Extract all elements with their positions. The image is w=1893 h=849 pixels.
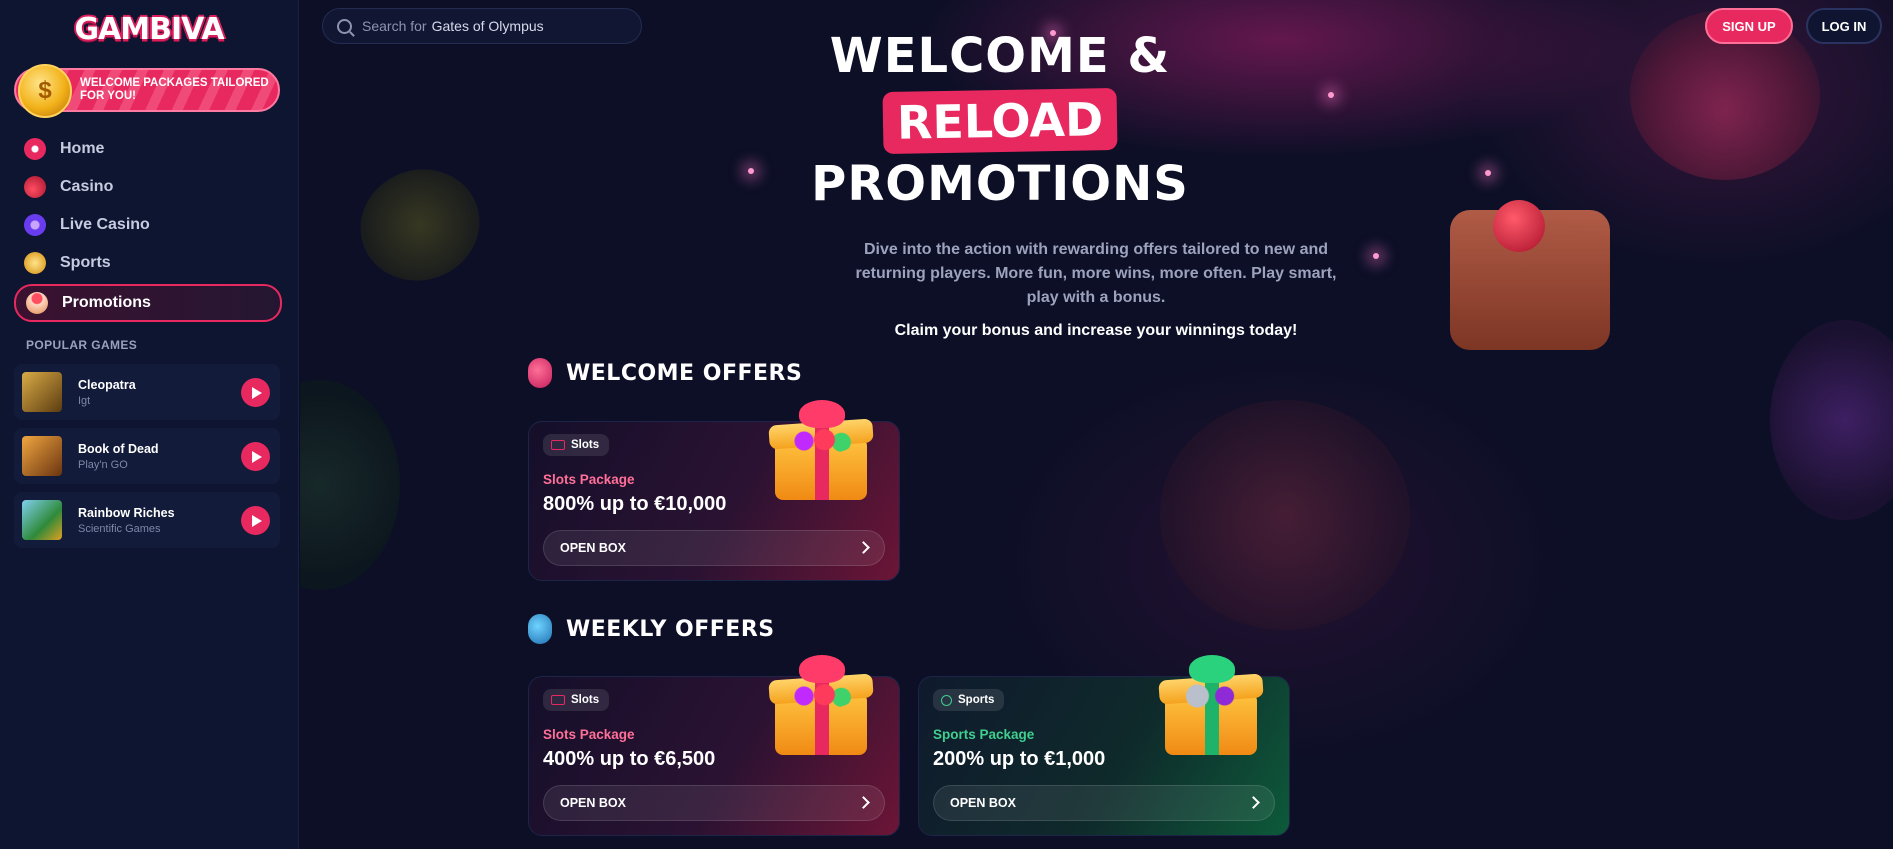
sidebar-item-label: Casino <box>60 178 114 195</box>
wrapped-candy-decoration <box>344 152 496 298</box>
search-icon <box>337 18 352 34</box>
game-name: Cleopatra <box>78 377 136 392</box>
tag-label: Sports <box>958 694 995 706</box>
offer-card-welcome-slots[interactable]: Slots Slots Package 800% up to €10,000 O… <box>528 400 900 581</box>
sparkle-decoration <box>1485 170 1491 176</box>
promo-banner-text: WELCOME PACKAGES TAILORED FOR YOU! <box>80 77 269 102</box>
round-candy-decoration <box>300 380 400 590</box>
game-item-rainbow-riches[interactable]: Rainbow Riches Scientific Games <box>14 492 280 548</box>
game-thumbnail <box>22 500 62 540</box>
section-title-text: WELCOME OFFERS <box>566 360 803 386</box>
chevron-right-icon <box>1247 796 1260 809</box>
welcome-packages-banner[interactable]: $ WELCOME PACKAGES TAILORED FOR YOU! <box>14 64 280 118</box>
play-icon[interactable] <box>241 442 270 471</box>
search-label: Search for <box>362 18 427 34</box>
package-name: Slots Package <box>543 472 635 487</box>
popular-games-list: Cleopatra Igt Book of Dead Play'n GO Rai… <box>14 364 280 556</box>
main-content: Search for Gates of Olympus SIGN UP LOG … <box>300 0 1893 849</box>
chevron-right-icon <box>857 541 870 554</box>
offer-card-weekly-slots[interactable]: Slots Slots Package 400% up to €6,500 OP… <box>528 655 900 836</box>
open-box-label: OPEN BOX <box>560 541 626 555</box>
category-tag: Slots <box>543 689 610 711</box>
game-provider: Scientific Games <box>78 522 161 535</box>
flower-candy-icon <box>24 214 46 236</box>
sidebar-nav: Home Casino Live Casino Sports Promotion… <box>14 130 282 322</box>
open-box-button[interactable]: OPEN BOX <box>543 785 885 821</box>
sports-ball-icon <box>941 694 952 706</box>
swirl-candy-icon <box>24 138 46 160</box>
gift-box-icon <box>768 653 874 763</box>
category-tag: Slots <box>543 434 610 456</box>
chevron-right-icon <box>857 796 870 809</box>
gambiva-logo[interactable]: GAMBIVA <box>74 8 224 50</box>
game-name: Rainbow Riches <box>78 505 175 520</box>
pink-candy-icon <box>528 358 552 388</box>
gift-box-icon <box>768 398 874 508</box>
game-name: Book of Dead <box>78 441 159 456</box>
cherry-icon <box>24 176 46 198</box>
hero-description: Dive into the action with rewarding offe… <box>855 241 1337 306</box>
blue-candy-icon <box>528 614 552 644</box>
search-input[interactable]: Search for Gates of Olympus <box>322 8 642 44</box>
weekly-offers-heading: WEEKLY OFFERS <box>528 614 775 644</box>
sidebar-item-sports[interactable]: Sports <box>14 244 282 282</box>
play-icon[interactable] <box>241 378 270 407</box>
sidebar-item-casino[interactable]: Casino <box>14 168 282 206</box>
log-in-button[interactable]: LOG IN <box>1806 8 1882 44</box>
open-box-button[interactable]: OPEN BOX <box>933 785 1275 821</box>
open-box-label: OPEN BOX <box>560 796 626 810</box>
play-icon[interactable] <box>241 506 270 535</box>
hero-heading: WELCOME & RELOAD PROMOTIONS <box>800 28 1200 212</box>
tag-label: Slots <box>571 439 600 451</box>
sidebar-item-home[interactable]: Home <box>14 130 282 168</box>
slots-icon <box>551 440 565 450</box>
sparkle-decoration <box>748 168 754 174</box>
package-amount: 800% up to €10,000 <box>543 493 727 515</box>
hero-line-3: PROMOTIONS <box>811 156 1189 212</box>
package-name: Slots Package <box>543 727 635 742</box>
sidebar-item-promotions[interactable]: Promotions <box>14 284 282 322</box>
section-title-text: WEEKLY OFFERS <box>566 616 775 642</box>
medal-icon <box>24 252 46 274</box>
category-tag: Sports <box>933 689 1005 711</box>
game-thumbnail <box>22 436 62 476</box>
game-item-cleopatra[interactable]: Cleopatra Igt <box>14 364 280 420</box>
open-box-label: OPEN BOX <box>950 796 1016 810</box>
gift-box-icon <box>1158 653 1264 763</box>
package-name: Sports Package <box>933 727 1035 742</box>
sidebar-item-live-casino[interactable]: Live Casino <box>14 206 282 244</box>
sidebar-item-label: Sports <box>60 254 111 271</box>
sparkle-decoration <box>1373 253 1379 259</box>
sidebar-item-label: Live Casino <box>60 216 150 233</box>
cupcake-icon <box>26 292 48 314</box>
gold-coin-icon: $ <box>18 64 72 118</box>
game-item-book-of-dead[interactable]: Book of Dead Play'n GO <box>14 428 280 484</box>
game-thumbnail <box>22 372 62 412</box>
welcome-offers-heading: WELCOME OFFERS <box>528 358 802 388</box>
hero-line-1: WELCOME & <box>829 28 1171 84</box>
tag-label: Slots <box>571 694 600 706</box>
hero-highlight: RELOAD <box>896 92 1104 150</box>
open-box-button[interactable]: OPEN BOX <box>543 530 885 566</box>
sign-up-button[interactable]: SIGN UP <box>1705 8 1793 44</box>
cupcake-decoration <box>1160 400 1410 630</box>
game-provider: Igt <box>78 394 91 407</box>
package-amount: 200% up to €1,000 <box>933 748 1106 770</box>
popular-games-heading: POPULAR GAMES <box>26 338 138 352</box>
sidebar-item-label: Home <box>60 140 105 157</box>
cherry-decoration <box>1493 200 1545 252</box>
sidebar: GAMBIVA $ WELCOME PACKAGES TAILORED FOR … <box>0 0 299 849</box>
logo-text: GAMBIVA <box>74 11 224 47</box>
offer-card-weekly-sports[interactable]: Sports Sports Package 200% up to €1,000 … <box>918 655 1290 836</box>
search-value: Gates of Olympus <box>431 18 544 34</box>
package-amount: 400% up to €6,500 <box>543 748 716 770</box>
purple-candy-decoration <box>1770 320 1893 520</box>
slots-icon <box>551 695 565 705</box>
hero-highlight-badge: RELOAD <box>882 87 1118 155</box>
sparkle-decoration <box>1328 92 1334 98</box>
hero-claim: Claim your bonus and increase your winni… <box>894 322 1298 339</box>
sidebar-item-label: Promotions <box>62 294 151 311</box>
game-provider: Play'n GO <box>78 458 128 471</box>
